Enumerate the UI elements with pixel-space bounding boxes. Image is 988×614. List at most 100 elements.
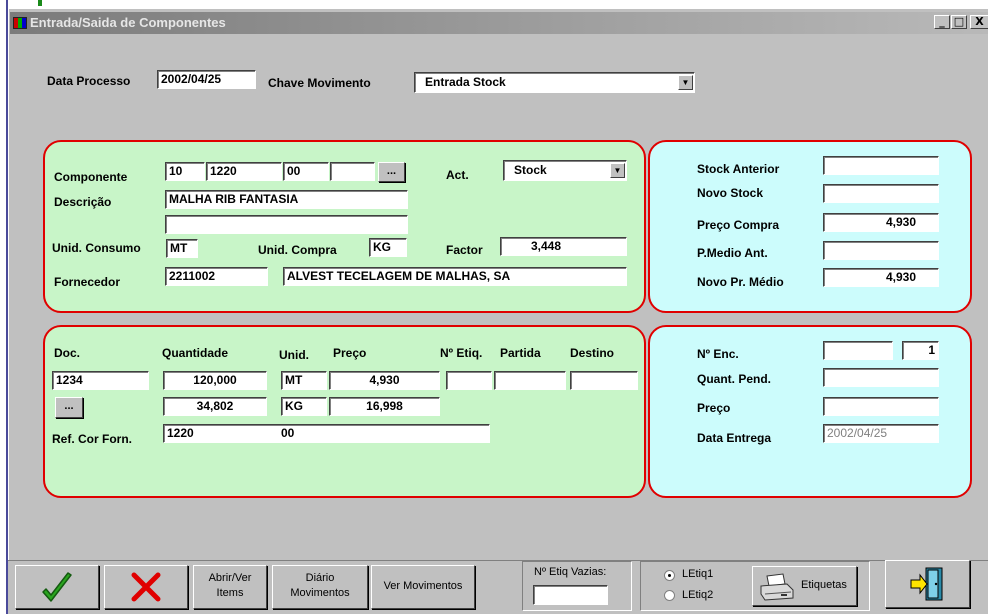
ref-cor-forn-label: Ref. Cor Forn. bbox=[52, 432, 132, 446]
pmedio-ant-field[interactable] bbox=[823, 241, 939, 260]
confirm-button[interactable] bbox=[15, 565, 99, 609]
letiq1-label: LEtiq1 bbox=[682, 568, 714, 580]
nenc-line-field[interactable]: 1 bbox=[902, 341, 939, 360]
preco-compra-field[interactable]: 4,930 bbox=[823, 213, 939, 232]
stock-anterior-label: Stock Anterior bbox=[697, 162, 780, 176]
order-preco-label: Preço bbox=[697, 401, 731, 415]
quantidade-label: Quantidade bbox=[162, 346, 229, 360]
diario-movimentos-button[interactable]: Diário Movimentos bbox=[272, 565, 368, 609]
items-label: Items bbox=[216, 587, 244, 599]
etiquetas-label: Etiquetas bbox=[801, 579, 847, 591]
preco1-field[interactable]: 4,930 bbox=[329, 371, 440, 390]
data-entrega-field: 2002/04/25 bbox=[823, 424, 939, 443]
diario-label: Diário bbox=[305, 572, 335, 584]
destino-label: Destino bbox=[570, 346, 615, 360]
window-title: Entrada/Saida de Componentes bbox=[30, 15, 226, 30]
chave-movimento-value: Entrada Stock bbox=[425, 75, 506, 89]
descricao-label: Descrição bbox=[54, 195, 112, 209]
movimentos-label: Movimentos bbox=[290, 587, 350, 599]
letiq2-label: LEtiq2 bbox=[682, 589, 714, 601]
descricao2-field[interactable] bbox=[165, 215, 408, 234]
partida-label: Partida bbox=[500, 346, 541, 360]
preco-label: Preço bbox=[333, 346, 367, 360]
x-icon bbox=[131, 572, 161, 602]
etiq-vazias-label: Nº Etiq Vazias: bbox=[534, 566, 607, 578]
unid-consumo-label: Unid. Consumo bbox=[52, 241, 141, 255]
preco-compra-label: Preço Compra bbox=[697, 218, 780, 232]
cancel-button[interactable] bbox=[104, 565, 188, 609]
chave-movimento-select[interactable]: Entrada Stock ▼ bbox=[414, 72, 695, 93]
componente-code2-field[interactable]: 1220 bbox=[206, 162, 282, 181]
minimize-button[interactable]: _ bbox=[934, 15, 950, 29]
componente-code4-field[interactable] bbox=[330, 162, 375, 181]
factor-field[interactable]: 3,448 bbox=[500, 237, 627, 256]
ref-cor-suffix: 00 bbox=[281, 426, 295, 440]
order-preco-field[interactable] bbox=[823, 397, 939, 416]
preco2-field[interactable]: 16,998 bbox=[329, 397, 440, 416]
abrir-ver-label: Abrir/Ver bbox=[208, 572, 252, 584]
unid2-field[interactable]: KG bbox=[281, 397, 327, 416]
unid-label: Unid. bbox=[279, 348, 309, 362]
novo-stock-field[interactable] bbox=[823, 184, 939, 203]
ref-cor-forn-field[interactable]: 1220 00 bbox=[163, 424, 490, 443]
data-processo-label: Data Processo bbox=[47, 74, 131, 88]
exit-door-icon bbox=[910, 567, 942, 601]
doc-label: Doc. bbox=[54, 346, 81, 360]
ver-movimentos-button[interactable]: Ver Movimentos bbox=[371, 565, 475, 609]
chave-movimento-label: Chave Movimento bbox=[268, 76, 371, 90]
chevron-down-icon[interactable]: ▼ bbox=[678, 75, 693, 90]
letiq1-radio[interactable] bbox=[664, 570, 675, 581]
restore-button[interactable]: □ bbox=[951, 15, 967, 29]
close-button[interactable]: X bbox=[970, 15, 988, 29]
act-value: Stock bbox=[514, 163, 547, 177]
componente-label: Componente bbox=[54, 170, 128, 184]
quant-pend-label: Quant. Pend. bbox=[697, 372, 772, 386]
exit-button[interactable] bbox=[885, 560, 970, 608]
chevron-down-icon[interactable]: ▼ bbox=[610, 163, 625, 178]
unid1-field[interactable]: MT bbox=[281, 371, 327, 390]
destino-field[interactable] bbox=[570, 371, 638, 390]
stock-anterior-field[interactable] bbox=[823, 156, 939, 175]
fornecedor-code-field[interactable]: 2211002 bbox=[165, 267, 268, 286]
unid-compra-field[interactable]: KG bbox=[369, 238, 407, 257]
componente-browse-button[interactable]: ... bbox=[378, 162, 405, 182]
quant-pend-field[interactable] bbox=[823, 368, 939, 387]
netiq-label: Nº Etiq. bbox=[440, 346, 483, 360]
data-entrega-label: Data Entrega bbox=[697, 431, 772, 445]
etiquetas-button[interactable]: Etiquetas bbox=[752, 566, 857, 606]
factor-label: Factor bbox=[446, 243, 483, 257]
novo-pr-medio-field[interactable]: 4,930 bbox=[823, 268, 939, 287]
descricao-field[interactable]: MALHA RIB FANTASIA bbox=[165, 190, 408, 209]
componente-code3-field[interactable]: 00 bbox=[283, 162, 329, 181]
unid-consumo-field[interactable]: MT bbox=[166, 239, 198, 258]
componente-code1-field[interactable]: 10 bbox=[165, 162, 205, 181]
letiq2-radio[interactable] bbox=[664, 590, 675, 601]
partida-field[interactable] bbox=[494, 371, 566, 390]
etiq-vazias-field[interactable] bbox=[533, 585, 608, 605]
unid-compra-label: Unid. Compra bbox=[258, 243, 337, 257]
desktop-strip bbox=[0, 0, 8, 614]
novo-pr-medio-label: Novo Pr. Médio bbox=[697, 275, 784, 289]
doc-browse-button[interactable]: ... bbox=[55, 397, 83, 418]
act-label: Act. bbox=[446, 168, 469, 182]
fornecedor-label: Fornecedor bbox=[54, 275, 121, 289]
abrir-ver-items-button[interactable]: Abrir/Ver Items bbox=[193, 565, 267, 609]
ref-cor-code: 1220 bbox=[167, 426, 194, 440]
nenc-field[interactable] bbox=[823, 341, 893, 360]
data-processo-field[interactable]: 2002/04/25 bbox=[157, 70, 256, 89]
check-icon bbox=[42, 572, 72, 602]
quantidade1-field[interactable]: 120,000 bbox=[163, 371, 267, 390]
netiq-field[interactable] bbox=[446, 371, 492, 390]
desktop-background bbox=[0, 0, 988, 8]
desktop-marker bbox=[38, 0, 42, 6]
novo-stock-label: Novo Stock bbox=[697, 186, 764, 200]
nenc-label: Nº Enc. bbox=[697, 347, 739, 361]
pmedio-ant-label: P.Medio Ant. bbox=[697, 246, 768, 260]
titlebar: Entrada/Saida de Componentes _ □ X bbox=[10, 12, 988, 34]
doc-field[interactable]: 1234 bbox=[52, 371, 149, 390]
app-icon bbox=[13, 17, 27, 29]
quantidade2-field[interactable]: 34,802 bbox=[163, 397, 267, 416]
printer-icon bbox=[760, 573, 794, 601]
act-select[interactable]: Stock ▼ bbox=[503, 160, 627, 181]
fornecedor-name-field[interactable]: ALVEST TECELAGEM DE MALHAS, SA bbox=[283, 267, 627, 286]
